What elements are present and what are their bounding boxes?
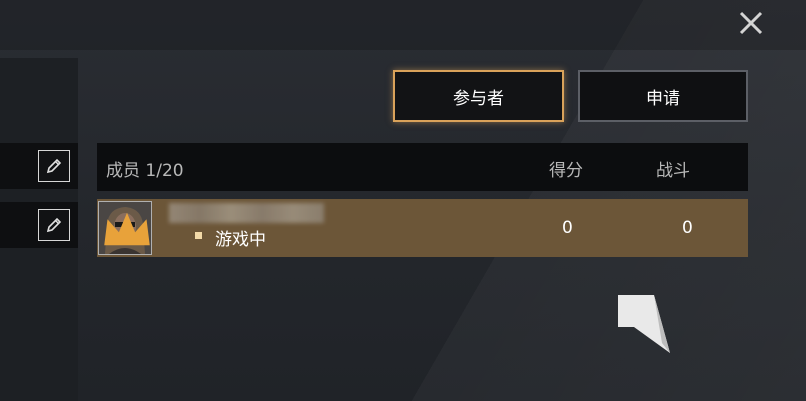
pencil-icon [46,158,62,174]
tab-apply[interactable]: 申请 [578,70,748,122]
table-row[interactable]: 游戏中 0 0 [97,199,748,257]
tab-participants[interactable]: 参与者 [393,70,564,122]
top-bar [0,0,806,50]
crown-icon [104,212,150,246]
header-battle: 战斗 [656,161,690,181]
decorative-shape [618,295,670,353]
pencil-icon [46,217,62,233]
player-score: 0 [562,218,573,238]
tab-apply-label: 申请 [646,88,680,109]
player-status: 游戏中 [215,230,266,250]
player-name-redacted [169,203,324,223]
close-button[interactable] [736,8,766,38]
close-icon [739,11,763,35]
player-battle: 0 [682,218,693,238]
tab-participants-label: 参与者 [453,88,504,109]
members-table-header: 成员 1/20 得分 战斗 [97,143,748,191]
header-score: 得分 [549,161,583,181]
edit-button[interactable] [38,150,70,182]
avatar[interactable] [98,201,152,255]
left-list-item [0,143,78,189]
left-list-item [0,202,78,248]
edit-button[interactable] [38,209,70,241]
header-members: 成员 1/20 [106,161,184,181]
status-dot [195,232,202,239]
